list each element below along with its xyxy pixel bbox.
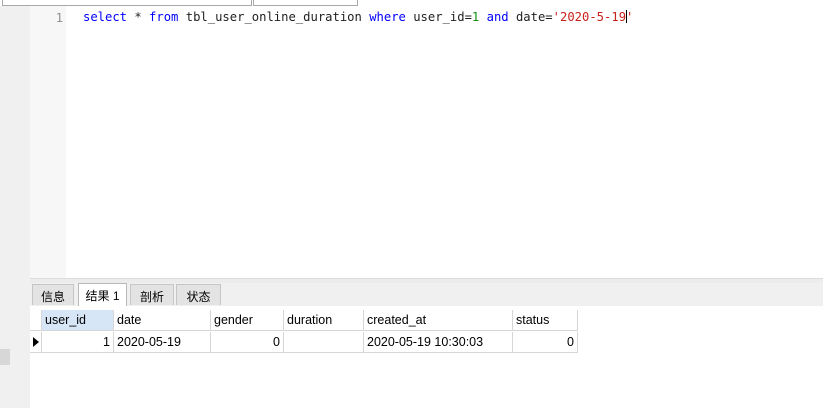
line-number-gutter: 1 [30, 6, 66, 278]
line-number: 1 [55, 11, 63, 25]
tab-result-1[interactable]: 结果 1 [78, 283, 127, 306]
sql-editor[interactable]: 1 select * from tbl_user_online_duration… [30, 6, 823, 278]
result-tabs: 信息 结果 1 剖析 状态 [30, 283, 823, 307]
current-row-arrow-icon [33, 337, 39, 347]
left-pane-marker [0, 349, 10, 365]
cell-user-id[interactable]: 1 [42, 332, 114, 353]
tab-info[interactable]: 信息 [32, 284, 74, 305]
column-header-created-at[interactable]: created_at [364, 310, 513, 331]
column-header-status[interactable]: status [513, 310, 578, 331]
cell-duration[interactable] [284, 332, 364, 353]
keyword-from: from [149, 10, 179, 24]
keyword-where: where [369, 10, 406, 24]
row-indicator[interactable] [30, 332, 42, 353]
left-pane-strip [0, 6, 30, 408]
cell-date[interactable]: 2020-05-19 [114, 332, 211, 353]
keyword-and: and [479, 10, 509, 24]
cell-status[interactable]: 0 [513, 332, 578, 353]
column-header-duration[interactable]: duration [284, 310, 364, 331]
token-string-close-quote: ' [626, 10, 634, 24]
header-corner [30, 310, 42, 331]
column-header-gender[interactable]: gender [211, 310, 284, 331]
sql-code-line[interactable]: select * from tbl_user_online_duration w… [83, 10, 633, 25]
cell-created-at[interactable]: 2020-05-19 10:30:03 [364, 332, 513, 353]
tab-status[interactable]: 状态 [176, 284, 221, 305]
token-string-value: '2020-5-19 [552, 10, 627, 24]
token-table-name: tbl_user_online_duration [178, 10, 370, 24]
column-header-date[interactable]: date [114, 310, 211, 331]
token-star: * [127, 10, 150, 24]
cell-gender[interactable]: 0 [211, 332, 284, 353]
token-column-date: date= [508, 10, 553, 24]
tab-profile[interactable]: 剖析 [130, 284, 174, 305]
token-column-user-id: user_id= [405, 10, 472, 24]
column-header-user-id[interactable]: user_id [42, 310, 114, 331]
result-grid[interactable]: user_id date gender duration created_at … [30, 306, 823, 408]
keyword-select: select [83, 10, 128, 24]
